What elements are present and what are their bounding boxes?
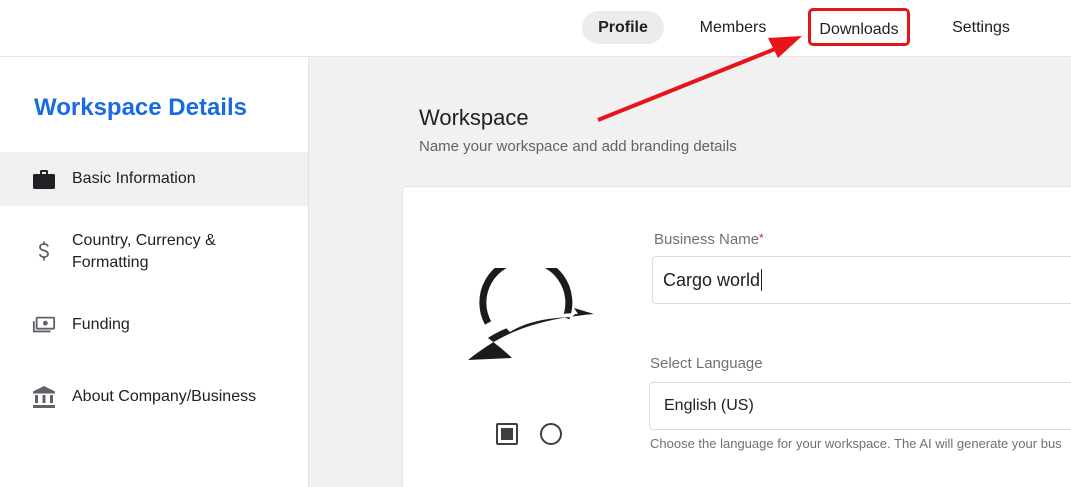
text-caret [761,269,763,291]
bank-icon [32,385,56,409]
sidebar-title: Workspace Details [34,94,247,121]
business-name-label-text: Business Name [654,231,760,248]
language-select[interactable]: English (US) [649,382,1071,430]
sidebar-item-label: Country, Currency & Formatting [72,230,216,274]
label-line-2: Formatting [72,254,149,271]
dollar-icon [32,240,56,264]
language-value: English (US) [664,397,754,414]
sidebar-item-label: About Company/Business [72,388,257,405]
required-mark: * [759,231,764,245]
page-subtitle: Name your workspace and add branding det… [419,138,737,155]
label-line-1: Country, Currency & [72,232,216,249]
business-name-value: Cargo world [663,269,761,290]
tab-downloads[interactable]: Downloads [808,8,910,46]
sidebar: Workspace Details Basic Information Coun… [0,57,309,487]
tab-profile[interactable]: Profile [582,11,664,44]
sidebar-item-basic-information[interactable]: Basic Information [0,152,308,206]
tab-settings[interactable]: Settings [940,11,1022,44]
business-name-label: Business Name* [654,231,764,248]
money-icon [32,313,56,337]
select-language-label: Select Language [650,355,763,372]
sidebar-item-label: Funding [72,316,130,333]
page-title: Workspace [419,105,529,130]
tab-members[interactable]: Members [690,11,776,44]
sidebar-item-label: Basic Information [72,170,196,187]
logo-square-option[interactable] [496,423,518,445]
workspace-logo[interactable] [466,256,598,364]
sidebar-item-funding[interactable]: Funding [0,310,308,340]
sidebar-item-country-currency[interactable]: Country, Currency & Formatting [0,227,308,277]
language-helper-text: Choose the language for your workspace. … [650,436,1062,451]
briefcase-icon [32,167,56,191]
top-nav-bar: Profile Members Downloads Settings [0,0,1071,57]
sidebar-item-about-company[interactable]: About Company/Business [0,382,308,412]
business-name-input[interactable]: Cargo world [652,256,1071,304]
logo-circle-option[interactable] [540,423,562,445]
